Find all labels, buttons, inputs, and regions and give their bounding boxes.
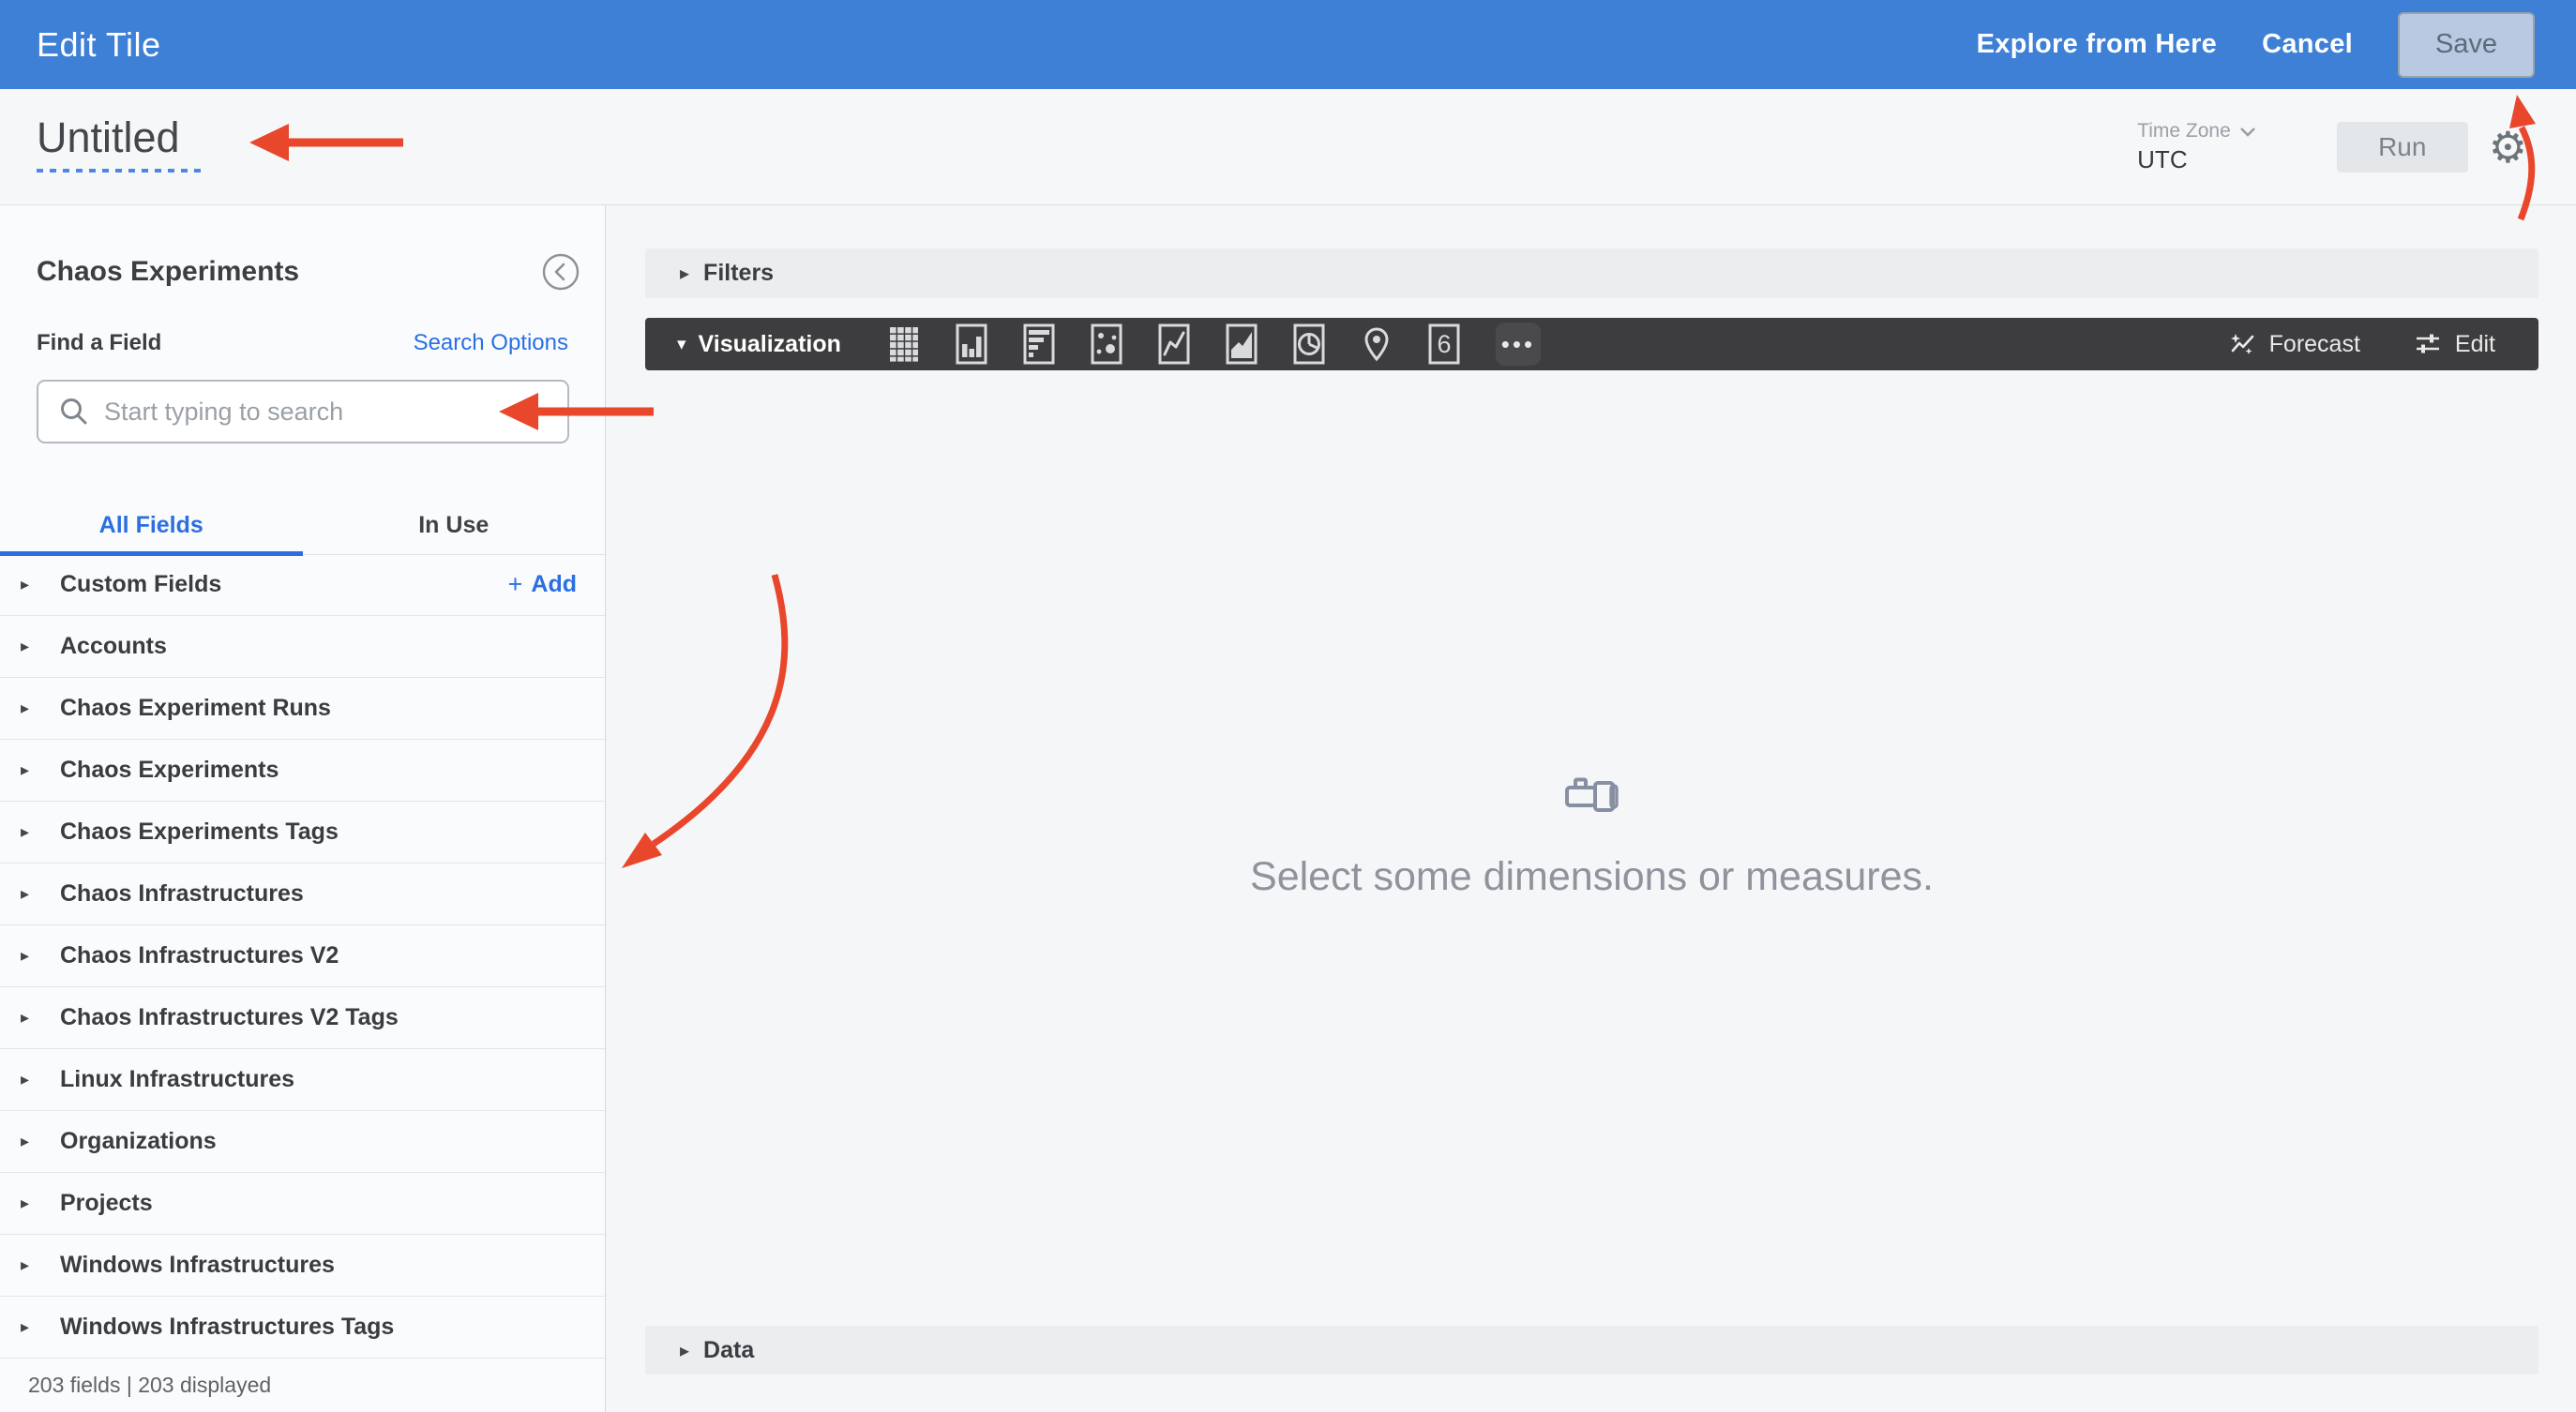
field-group-row[interactable]: ▸ Chaos Experiment Runs bbox=[0, 678, 605, 740]
tile-title-input[interactable]: Untitled bbox=[37, 113, 180, 162]
search-icon bbox=[59, 397, 89, 427]
field-group-row[interactable]: ▸ Organizations bbox=[0, 1111, 605, 1173]
field-group-row[interactable]: ▸ Windows Infrastructures Tags bbox=[0, 1297, 605, 1359]
chart-type-picker: 6 ••• bbox=[888, 323, 1541, 366]
caret-right-icon: ▸ bbox=[21, 884, 30, 903]
caret-right-icon: ▸ bbox=[21, 1255, 30, 1274]
field-group-row[interactable]: ▸ Linux Infrastructures bbox=[0, 1049, 605, 1111]
caret-right-icon: ▸ bbox=[21, 575, 30, 593]
top-bar-actions: Explore from Here Cancel Save bbox=[1977, 0, 2535, 89]
time-zone-label: Time Zone bbox=[2137, 120, 2231, 142]
field-group-row[interactable]: ▸ Chaos Experiments Tags bbox=[0, 802, 605, 864]
run-button[interactable]: Run bbox=[2336, 122, 2468, 173]
caret-right-icon: ▸ bbox=[21, 637, 30, 655]
caret-right-icon: ▸ bbox=[680, 1340, 690, 1361]
save-button[interactable]: Save bbox=[2398, 11, 2535, 78]
field-group-row[interactable]: ▸ Accounts bbox=[0, 616, 605, 678]
table-icon[interactable] bbox=[888, 323, 920, 365]
line-chart-icon[interactable] bbox=[1158, 323, 1190, 365]
field-group-row[interactable]: ▸ Windows Infrastructures bbox=[0, 1235, 605, 1297]
explore-from-here-button[interactable]: Explore from Here bbox=[1977, 29, 2218, 60]
tune-sliders-icon bbox=[2416, 334, 2439, 353]
field-picker-sidebar: Chaos Experiments Find a Field Search Op… bbox=[0, 205, 606, 1412]
tab-all-fields[interactable]: All Fields bbox=[0, 496, 303, 556]
tile-title-underline bbox=[37, 169, 203, 173]
field-group-list: ▸ Custom Fields + Add ▸ Accounts ▸ Chaos E… bbox=[0, 554, 605, 1359]
scatterplot-icon[interactable] bbox=[1091, 323, 1122, 365]
caret-right-icon: ▸ bbox=[21, 1132, 30, 1150]
chevron-down-icon bbox=[2239, 127, 2255, 137]
caret-down-icon[interactable]: ▾ bbox=[677, 334, 686, 355]
flashlight-icon bbox=[1564, 777, 1619, 812]
search-input[interactable] bbox=[102, 396, 567, 428]
query-header-actions: Time Zone UTC Run ⚙ bbox=[2137, 89, 2527, 205]
field-group-row[interactable]: ▸ Chaos Infrastructures bbox=[0, 864, 605, 925]
svg-text:6: 6 bbox=[1437, 330, 1451, 358]
caret-right-icon: ▸ bbox=[21, 946, 30, 965]
pie-chart-icon[interactable] bbox=[1293, 323, 1325, 365]
query-header: Untitled Time Zone UTC Run ⚙ bbox=[0, 89, 2576, 205]
map-icon[interactable] bbox=[1361, 323, 1393, 365]
caret-right-icon: ▸ bbox=[680, 263, 690, 284]
caret-right-icon: ▸ bbox=[21, 1317, 30, 1336]
top-bar: Edit Tile Explore from Here Cancel Save bbox=[0, 0, 2576, 89]
time-zone-value: UTC bbox=[2137, 145, 2188, 173]
forecast-sparkle-icon bbox=[2230, 334, 2253, 354]
field-group-row[interactable]: ▸ Chaos Infrastructures V2 Tags bbox=[0, 987, 605, 1049]
filters-section-header[interactable]: ▸ Filters bbox=[645, 248, 2538, 298]
caret-right-icon: ▸ bbox=[21, 1070, 30, 1089]
tab-in-use[interactable]: In Use bbox=[303, 496, 606, 554]
find-a-field-label: Find a Field bbox=[37, 330, 162, 355]
edit-tile-window: Edit Tile Explore from Here Cancel Save … bbox=[0, 0, 2576, 1412]
edit-visualization-button[interactable]: Edit bbox=[2413, 329, 2495, 359]
visualization-empty-state: Select some dimensions or measures. bbox=[645, 776, 2538, 900]
explore-title: Chaos Experiments bbox=[37, 256, 300, 287]
window-title: Edit Tile bbox=[37, 24, 161, 64]
gear-icon[interactable]: ⚙ bbox=[2489, 126, 2527, 169]
field-tabs: All Fields In Use bbox=[0, 496, 606, 556]
forecast-button[interactable]: Forecast bbox=[2227, 329, 2360, 359]
collapse-sidebar-button[interactable] bbox=[541, 252, 580, 292]
time-zone-selector[interactable]: Time Zone UTC bbox=[2137, 120, 2256, 174]
data-section-header[interactable]: ▸ Data bbox=[645, 1326, 2538, 1374]
field-group-row[interactable]: ▸ Chaos Experiments bbox=[0, 740, 605, 802]
more-chart-types-icon[interactable]: ••• bbox=[1495, 323, 1541, 366]
add-custom-field-button[interactable]: + Add bbox=[508, 570, 577, 599]
caret-right-icon: ▸ bbox=[21, 1008, 30, 1027]
area-chart-icon[interactable] bbox=[1226, 323, 1258, 365]
search-options-link[interactable]: Search Options bbox=[414, 330, 568, 356]
caret-right-icon: ▸ bbox=[21, 1194, 30, 1212]
caret-right-icon: ▸ bbox=[21, 760, 30, 779]
field-group-custom-fields[interactable]: ▸ Custom Fields + Add bbox=[0, 554, 605, 616]
cancel-button[interactable]: Cancel bbox=[2262, 29, 2353, 60]
plus-icon: + bbox=[507, 570, 523, 598]
field-search-box bbox=[37, 380, 569, 443]
field-count-status: 203 fields | 203 displayed bbox=[28, 1373, 272, 1397]
field-group-row[interactable]: ▸ Chaos Infrastructures V2 bbox=[0, 925, 605, 987]
chevron-left-circle-icon bbox=[542, 253, 580, 291]
visualization-actions: Forecast Edit bbox=[2227, 329, 2495, 359]
visualization-section-header: ▾ Visualization 6 ••• Forecast Edit bbox=[645, 318, 2538, 370]
caret-right-icon: ▸ bbox=[21, 698, 30, 717]
bar-chart-icon[interactable] bbox=[1023, 323, 1055, 365]
field-group-row[interactable]: ▸ Projects bbox=[0, 1173, 605, 1235]
single-value-icon[interactable]: 6 bbox=[1428, 323, 1460, 365]
caret-right-icon: ▸ bbox=[21, 822, 30, 841]
column-chart-icon[interactable] bbox=[956, 323, 987, 365]
empty-state-message: Select some dimensions or measures. bbox=[1250, 854, 1934, 899]
